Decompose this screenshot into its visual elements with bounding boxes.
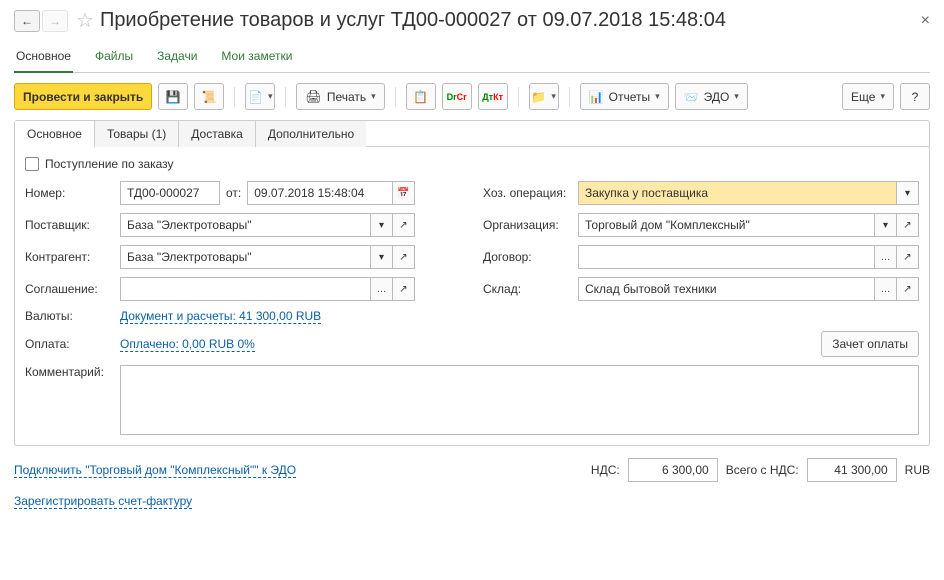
warehouse-input[interactable]: Склад бытовой техники [578,277,875,301]
contragent-input[interactable]: База "Электротовары" [120,245,371,269]
org-dd[interactable]: ▾ [875,213,897,237]
currency-link[interactable]: Документ и расчеты: 41 300,00 RUB [120,309,321,324]
help-button[interactable]: ? [900,83,930,110]
create-based-button[interactable]: 📄 [245,83,275,110]
dtkt-button[interactable]: ДтКт [478,83,508,110]
comment-label: Комментарий: [25,365,110,379]
dtkt-icon: ДтКт [482,92,503,102]
save-button[interactable]: 💾 [158,83,188,110]
doc-plus-icon: 📄 [248,90,263,104]
nds-label: НДС: [591,463,620,477]
close-button[interactable]: × [921,12,930,30]
currency-label: Валюты: [25,309,110,323]
number-label: Номер: [25,186,110,200]
operation-label: Хоз. операция: [483,186,568,200]
drcr-icon: DrCr [447,92,467,102]
doc-button-1[interactable]: 📋 [406,83,436,110]
contract-label: Договор: [483,250,568,264]
agreement-input[interactable] [120,277,371,301]
warehouse-pick[interactable]: … [875,277,897,301]
operation-input[interactable]: Закупка у поставщика [578,181,897,205]
supplier-input[interactable]: База "Электротовары" [120,213,371,237]
separator [518,87,519,107]
page-title: Приобретение товаров и услуг ТД00-000027… [100,9,726,32]
register-invoice-link[interactable]: Зарегистрировать счет-фактуру [14,494,192,509]
contract-open[interactable]: ↗ [897,245,919,269]
payment-label: Оплата: [25,337,110,351]
supplier-label: Поставщик: [25,218,110,232]
tab-delivery[interactable]: Доставка [179,121,256,147]
nds-value: 6 300,00 [628,458,718,482]
order-checkbox[interactable] [25,157,39,171]
edo-icon: 📨 [684,90,699,104]
date-input[interactable]: 09.07.2018 15:48:04 [247,181,393,205]
nav-tasks[interactable]: Задачи [155,43,199,72]
folder-icon: 📁 [531,90,546,104]
section-nav: Основное Файлы Задачи Мои заметки [14,43,930,73]
edo-connect-link[interactable]: Подключить "Торговый дом "Комплексный"" … [14,463,296,478]
payment-link[interactable]: Оплачено: 0,00 RUB 0% [120,337,255,352]
nav-main[interactable]: Основное [14,43,73,73]
post-close-button[interactable]: Провести и закрыть [14,83,152,110]
contract-pick[interactable]: … [875,245,897,269]
scroll-icon: 📜 [202,90,217,104]
contract-input[interactable] [578,245,875,269]
nav-notes[interactable]: Мои заметки [219,43,294,72]
operation-dd[interactable]: ▾ [897,181,919,205]
order-checkbox-label: Поступление по заказу [45,157,174,171]
currency-suffix: RUB [905,463,930,477]
warehouse-label: Склад: [483,282,568,296]
forward-button[interactable]: → [42,10,68,32]
nav-files[interactable]: Файлы [93,43,135,72]
files-button[interactable]: 📁 [529,83,559,110]
report-icon: 📊 [589,90,604,104]
doc-icon: 📋 [413,90,428,104]
printer-icon [305,89,322,105]
comment-input[interactable] [120,365,919,435]
separator [285,87,286,107]
total-value: 41 300,00 [807,458,897,482]
agreement-label: Соглашение: [25,282,110,296]
calendar-button[interactable]: 📅 [393,181,415,205]
contragent-open[interactable]: ↗ [393,245,415,269]
org-input[interactable]: Торговый дом "Комплексный" [578,213,875,237]
favorite-icon[interactable]: ☆ [76,8,94,33]
print-button[interactable]: Печать [296,83,384,110]
agreement-pick[interactable]: … [371,277,393,301]
total-label: Всего с НДС: [726,463,799,477]
tab-extra[interactable]: Дополнительно [256,121,366,147]
org-open[interactable]: ↗ [897,213,919,237]
separator [569,87,570,107]
more-button[interactable]: Еще [842,83,894,110]
tab-goods[interactable]: Товары (1) [95,121,179,147]
drcr-button[interactable]: DrCr [442,83,472,110]
number-input[interactable]: ТД00-000027 [120,181,220,205]
separator [395,87,396,107]
contragent-dd[interactable]: ▾ [371,245,393,269]
edo-button[interactable]: 📨ЭДО [675,83,748,110]
org-label: Организация: [483,218,568,232]
supplier-open[interactable]: ↗ [393,213,415,237]
reports-button[interactable]: 📊Отчеты [580,83,669,110]
supplier-dd[interactable]: ▾ [371,213,393,237]
tab-main[interactable]: Основное [15,121,95,147]
from-label: от: [226,186,241,200]
post-button[interactable]: 📜 [194,83,224,110]
toolbar: Провести и закрыть 💾 📜 📄 Печать 📋 DrCr Д… [14,83,930,110]
contragent-label: Контрагент: [25,250,110,264]
disk-icon: 💾 [166,90,181,104]
zachet-button[interactable]: Зачет оплаты [821,331,919,357]
agreement-open[interactable]: ↗ [393,277,415,301]
back-button[interactable]: ← [14,10,40,32]
form-tabs: Основное Товары (1) Доставка Дополнитель… [14,120,930,147]
separator [234,87,235,107]
warehouse-open[interactable]: ↗ [897,277,919,301]
